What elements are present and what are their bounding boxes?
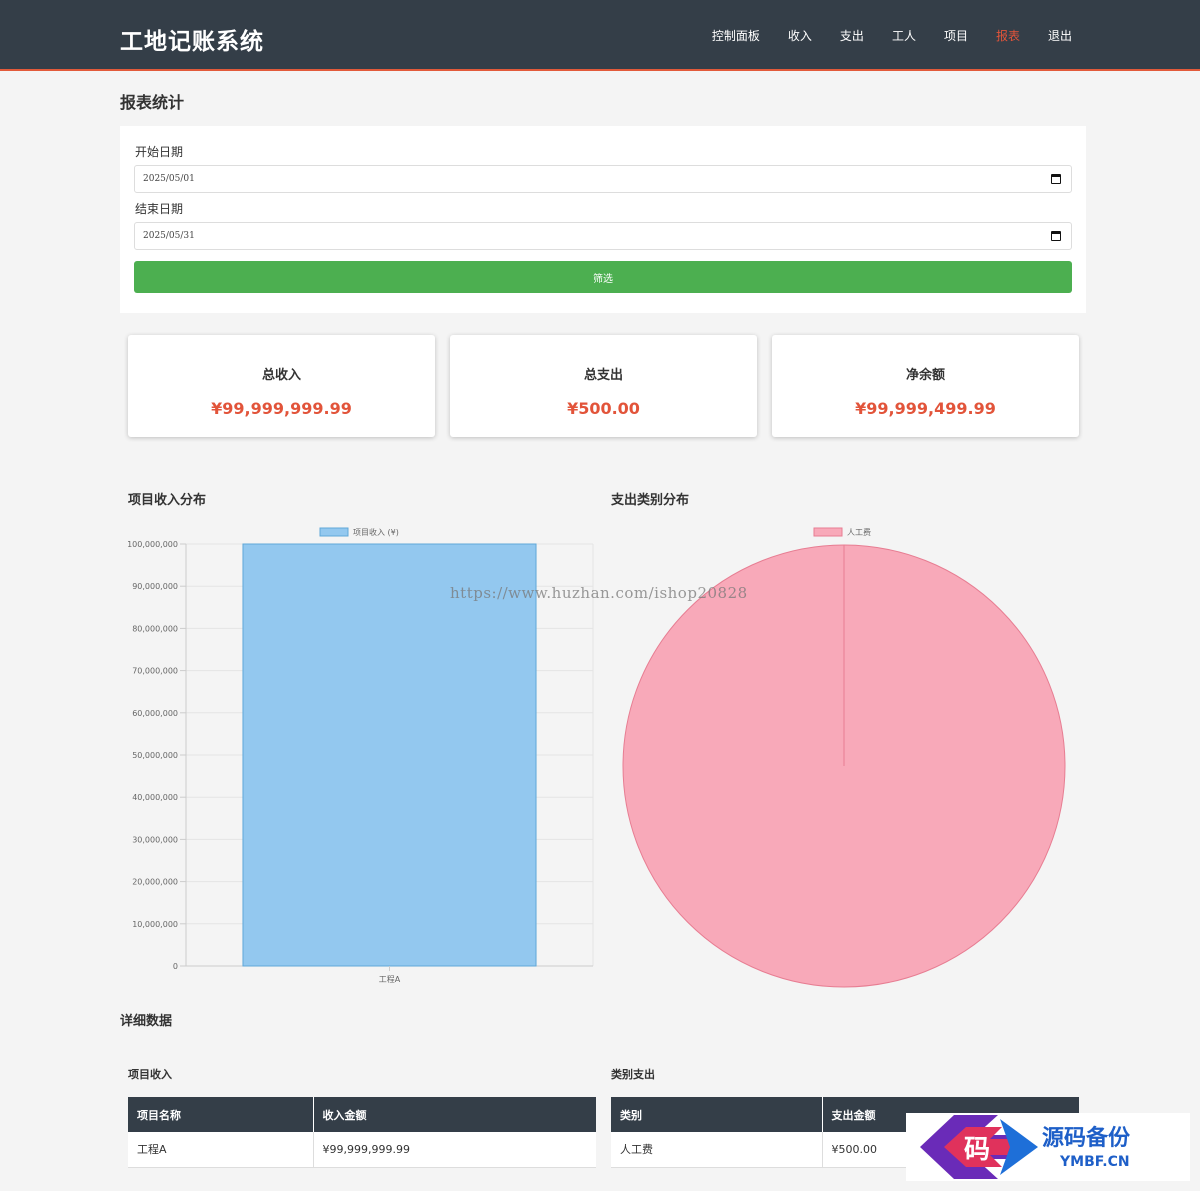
site-badge: 码 源码备份 YMBF.CN	[906, 1113, 1190, 1181]
y-tick-label: 20,000,000	[132, 878, 178, 887]
table-header: 收入金额	[313, 1097, 596, 1132]
nav-workers[interactable]: 工人	[892, 27, 916, 44]
stat-title: 总收入	[261, 368, 301, 383]
stat-title: 净余额	[905, 368, 945, 383]
badge-glyph: 码	[964, 1135, 990, 1165]
table-header: 项目名称	[128, 1097, 314, 1132]
nav-projects[interactable]: 项目	[944, 27, 968, 44]
main-nav: 控制面板 收入 支出 工人 项目 报表 退出	[684, 27, 1072, 44]
legend-swatch	[319, 527, 349, 537]
end-date-input[interactable]: 2025/05/31	[134, 222, 1072, 250]
table-cell: ¥99,999,999.99	[313, 1132, 596, 1168]
calendar-icon[interactable]	[1051, 231, 1061, 241]
y-tick-label: 90,000,000	[132, 582, 178, 591]
start-date-value: 2025/05/01	[143, 174, 195, 184]
brand-logo[interactable]: 工地记账系统	[120, 22, 264, 56]
nav-dashboard[interactable]: 控制面板	[712, 27, 760, 44]
stat-card-total-expense: 总支出 ¥500.00	[450, 335, 757, 437]
filter-card: 开始日期 2025/05/01 结束日期 2025/05/31 筛选	[120, 126, 1086, 313]
stat-value: ¥500.00	[567, 399, 640, 418]
watermark-text: https://www.huzhan.com/ishop20828	[450, 584, 748, 602]
expense-chart-title: 支出类别分布	[611, 493, 690, 508]
income-table: 项目名称 收入金额 工程A ¥99,999,999.99	[128, 1097, 596, 1168]
start-date-input[interactable]: 2025/05/01	[134, 165, 1072, 193]
bar	[242, 543, 537, 967]
income-table-title: 项目收入	[128, 1068, 172, 1081]
nav-income[interactable]: 收入	[788, 27, 812, 44]
stat-card-total-income: 总收入 ¥99,999,999.99	[128, 335, 435, 437]
details-title: 详细数据	[120, 1014, 173, 1029]
end-date-value: 2025/05/31	[143, 231, 195, 241]
stat-title: 总支出	[583, 368, 623, 383]
table-header: 类别	[611, 1097, 823, 1132]
table-cell: 人工费	[611, 1132, 823, 1168]
stat-card-net-balance: 净余额 ¥99,999,499.99	[772, 335, 1079, 437]
y-tick-label: 100,000,000	[127, 540, 178, 549]
y-tick-label: 10,000,000	[132, 920, 178, 929]
filter-button[interactable]: 筛选	[134, 261, 1072, 293]
page-title: 报表统计	[120, 93, 185, 112]
y-tick-label: 80,000,000	[132, 624, 178, 633]
start-date-label: 开始日期	[135, 145, 184, 159]
table-header-row: 项目名称 收入金额	[128, 1097, 596, 1132]
badge-domain: YMBF.CN	[1059, 1154, 1130, 1170]
table-row: 工程A ¥99,999,999.99	[128, 1132, 596, 1168]
y-tick-label: 60,000,000	[132, 709, 178, 718]
y-tick-label: 40,000,000	[132, 793, 178, 802]
legend-label: 人工费	[847, 527, 871, 537]
badge-name: 源码备份	[1042, 1125, 1131, 1151]
nav-logout[interactable]: 退出	[1048, 27, 1072, 44]
expense-table-title: 类别支出	[611, 1068, 655, 1081]
x-tick-label: 工程A	[379, 975, 401, 984]
legend-swatch	[813, 527, 843, 537]
end-date-label: 结束日期	[135, 202, 184, 216]
nav-reports[interactable]: 报表	[996, 27, 1020, 44]
badge-logo-icon: 码 源码备份 YMBF.CN	[920, 1115, 1131, 1179]
y-tick-label: 30,000,000	[132, 835, 178, 844]
stat-value: ¥99,999,999.99	[211, 399, 352, 418]
calendar-icon[interactable]	[1051, 174, 1061, 184]
table-cell: 工程A	[128, 1132, 314, 1168]
y-tick-label: 0	[173, 962, 178, 971]
y-tick-label: 50,000,000	[132, 751, 178, 760]
y-tick-label: 70,000,000	[132, 667, 178, 676]
stat-value: ¥99,999,499.99	[855, 399, 996, 418]
top-navbar: 工地记账系统 控制面板 收入 支出 工人 项目 报表 退出	[0, 0, 1200, 71]
income-chart-title: 项目收入分布	[128, 493, 207, 508]
legend-label: 项目收入 (¥)	[353, 527, 399, 537]
nav-expense[interactable]: 支出	[840, 27, 864, 44]
